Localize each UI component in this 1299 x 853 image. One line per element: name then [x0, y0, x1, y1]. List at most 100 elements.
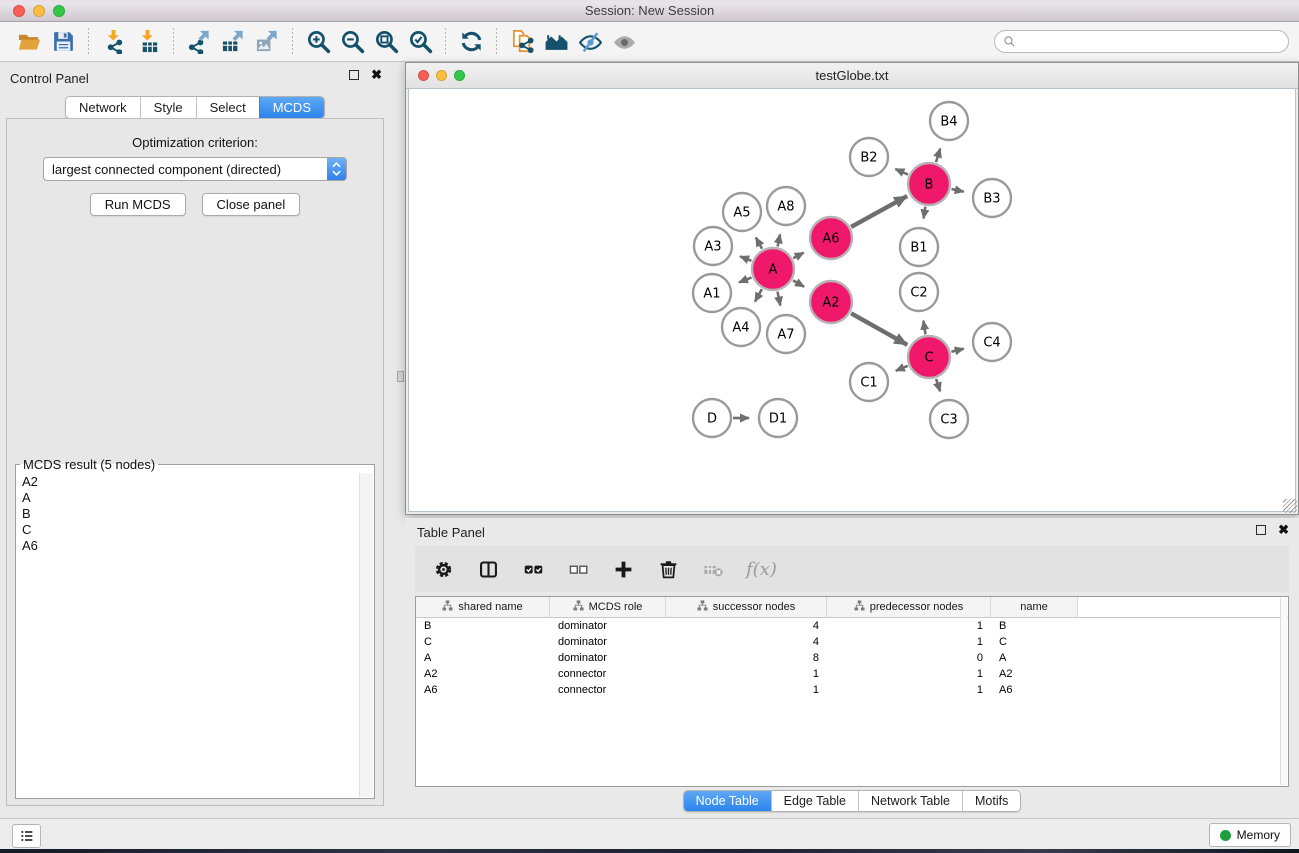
- graph-node-A4[interactable]: A4: [722, 308, 760, 346]
- zoom-in-button[interactable]: [301, 26, 335, 58]
- table-cell[interactable]: 1: [827, 618, 991, 634]
- graph-node-C1[interactable]: C1: [850, 363, 888, 401]
- tab-motifs[interactable]: Motifs: [962, 791, 1020, 811]
- table-cell[interactable]: A2: [416, 666, 550, 682]
- search-box[interactable]: [994, 30, 1289, 53]
- table-cell[interactable]: B: [416, 618, 550, 634]
- table-row[interactable]: A2connector11A2: [416, 666, 1288, 682]
- tab-network-table[interactable]: Network Table: [858, 791, 962, 811]
- result-item[interactable]: A2: [18, 474, 359, 490]
- tab-node-table[interactable]: Node Table: [684, 791, 771, 811]
- result-item[interactable]: C: [18, 522, 359, 538]
- graph-node-C3[interactable]: C3: [930, 400, 968, 438]
- result-scrollbar[interactable]: [359, 473, 373, 797]
- float-panel-icon[interactable]: [349, 70, 359, 80]
- search-input[interactable]: [1016, 35, 1288, 49]
- table-cell[interactable]: 8: [666, 650, 827, 666]
- task-history-button[interactable]: [12, 824, 41, 848]
- edge-A-A2[interactable]: [793, 280, 804, 286]
- column-header-mcds-role[interactable]: MCDS role: [550, 597, 666, 617]
- close-table-panel-icon[interactable]: ✖: [1278, 525, 1289, 535]
- tab-style[interactable]: Style: [140, 97, 196, 118]
- table-cell[interactable]: 0: [827, 650, 991, 666]
- save-session-button[interactable]: [46, 26, 80, 58]
- table-cell[interactable]: 1: [666, 666, 827, 682]
- table-cell[interactable]: A6: [991, 682, 1078, 698]
- memory-button[interactable]: Memory: [1209, 823, 1291, 847]
- edge-B-B4[interactable]: [936, 149, 940, 163]
- edge-A-A7[interactable]: [778, 292, 781, 306]
- network-canvas[interactable]: B4B2BB3A5A8A6B1A3AC2A1A2A4A7C4CC1C3DD1: [408, 88, 1296, 512]
- tab-select[interactable]: Select: [196, 97, 259, 118]
- criterion-dropdown[interactable]: largest connected component (directed): [43, 157, 347, 181]
- edge-C-C2[interactable]: [923, 321, 925, 335]
- table-row[interactable]: Adominator80A: [416, 650, 1288, 666]
- edge-C-C4[interactable]: [951, 349, 963, 352]
- graph-node-A[interactable]: A: [752, 248, 794, 290]
- column-header-predecessor-nodes[interactable]: predecessor nodes: [827, 597, 991, 617]
- run-mcds-button[interactable]: Run MCDS: [90, 193, 186, 216]
- hide-graphics-details-button[interactable]: [573, 26, 607, 58]
- table-cell[interactable]: 1: [827, 666, 991, 682]
- table-cell[interactable]: A6: [416, 682, 550, 698]
- table-row[interactable]: Bdominator41B: [416, 618, 1288, 634]
- graph-node-D1[interactable]: D1: [759, 399, 797, 437]
- table-cell[interactable]: A: [416, 650, 550, 666]
- table-cell[interactable]: C: [991, 634, 1078, 650]
- refresh-layout-button[interactable]: [454, 26, 488, 58]
- show-graphics-details-button[interactable]: [607, 26, 641, 58]
- graph-node-A8[interactable]: A8: [767, 187, 805, 225]
- graph-node-C[interactable]: C: [908, 336, 950, 378]
- table-cell[interactable]: 1: [827, 682, 991, 698]
- result-item[interactable]: B: [18, 506, 359, 522]
- table-cell[interactable]: B: [991, 618, 1078, 634]
- export-table-button[interactable]: [216, 26, 250, 58]
- graph-node-A6[interactable]: A6: [810, 217, 852, 259]
- float-table-panel-icon[interactable]: [1256, 525, 1266, 535]
- import-table-button[interactable]: [131, 26, 165, 58]
- split-divider-grip[interactable]: [397, 371, 404, 382]
- edge-B-B2[interactable]: [895, 169, 908, 175]
- table-cell[interactable]: A: [991, 650, 1078, 666]
- edge-A-A5[interactable]: [756, 238, 762, 249]
- table-cell[interactable]: 1: [666, 682, 827, 698]
- graph-node-C4[interactable]: C4: [973, 323, 1011, 361]
- table-row[interactable]: A6connector11A6: [416, 682, 1288, 698]
- new-network-from-selection-button[interactable]: [505, 26, 539, 58]
- column-header-name[interactable]: name: [991, 597, 1078, 617]
- result-item[interactable]: A6: [18, 538, 359, 554]
- edge-B-B1[interactable]: [924, 207, 926, 219]
- graph-node-A3[interactable]: A3: [694, 227, 732, 265]
- graph-node-B2[interactable]: B2: [850, 138, 888, 176]
- graph-node-B4[interactable]: B4: [930, 102, 968, 140]
- graph-node-B1[interactable]: B1: [900, 228, 938, 266]
- edge-A2-C[interactable]: [851, 313, 907, 345]
- table-scrollbar[interactable]: [1280, 598, 1287, 785]
- table-cell[interactable]: A2: [991, 666, 1078, 682]
- table-row[interactable]: Cdominator41C: [416, 634, 1288, 650]
- zoom-out-button[interactable]: [335, 26, 369, 58]
- result-item[interactable]: A: [18, 490, 359, 506]
- edge-C-C3[interactable]: [936, 379, 940, 392]
- zoom-selected-button[interactable]: [403, 26, 437, 58]
- import-network-button[interactable]: [97, 26, 131, 58]
- table-cell[interactable]: dominator: [550, 634, 666, 650]
- table-cell[interactable]: C: [416, 634, 550, 650]
- export-network-button[interactable]: [182, 26, 216, 58]
- create-column-button[interactable]: [611, 557, 635, 581]
- graph-node-A5[interactable]: A5: [723, 193, 761, 231]
- graph-node-C2[interactable]: C2: [900, 273, 938, 311]
- zoom-fit-button[interactable]: [369, 26, 403, 58]
- close-panel-icon[interactable]: ✖: [371, 70, 382, 80]
- edge-A-A3[interactable]: [740, 256, 751, 260]
- network-view-window[interactable]: testGlobe.txt B4B2BB3A5A8A6B1A3AC2A1A2A4…: [405, 62, 1299, 515]
- window-resize-grip[interactable]: [1283, 499, 1297, 513]
- select-all-rows-button[interactable]: [521, 557, 545, 581]
- graph-node-A7[interactable]: A7: [767, 315, 805, 353]
- table-cell[interactable]: 4: [666, 618, 827, 634]
- deselect-all-rows-button[interactable]: [566, 557, 590, 581]
- column-header-successor-nodes[interactable]: successor nodes: [666, 597, 827, 617]
- table-mode-button[interactable]: [431, 557, 455, 581]
- table-cell[interactable]: dominator: [550, 650, 666, 666]
- tab-network[interactable]: Network: [66, 97, 140, 118]
